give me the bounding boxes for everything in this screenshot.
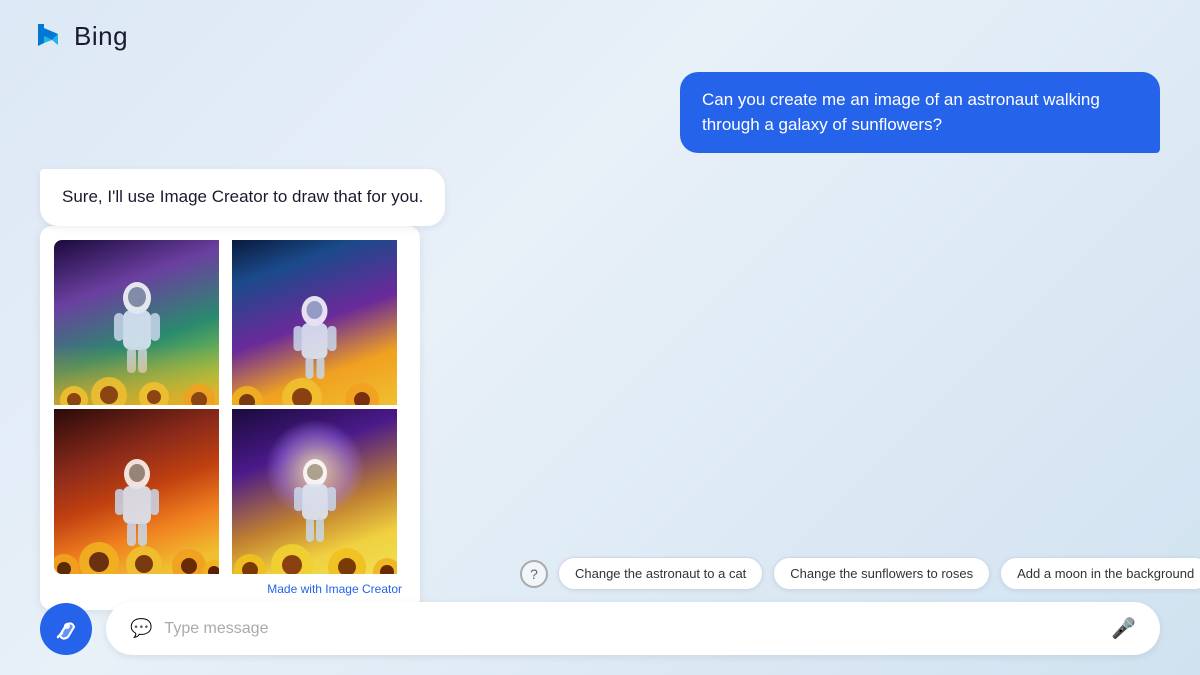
suggestion-chip-1[interactable]: Change the astronaut to a cat [558,557,763,590]
image-grid-container: Made with Image Creator [40,226,420,610]
input-wrapper: 💬 Type message 🎤 [106,602,1160,655]
header: Bing [0,0,1200,72]
image-credit: Made with Image Creator [54,582,406,596]
help-icon[interactable]: ? [520,560,548,588]
suggestion-chip-3[interactable]: Add a moon in the background [1000,557,1200,590]
microphone-icon[interactable]: 🎤 [1111,616,1136,641]
suggestion-chip-2[interactable]: Change the sunflowers to roses [773,557,990,590]
made-with-text: Made with [267,582,325,596]
sunflower-svg-4 [232,516,397,574]
message-input-placeholder[interactable]: Type message [164,620,1099,638]
generated-image-3[interactable] [54,409,219,574]
bing-icon [30,18,66,54]
bing-logo: Bing [30,18,128,54]
generated-image-4[interactable] [232,409,397,574]
chat-bubble-icon: 💬 [130,618,152,639]
user-message: Can you create me an image of an astrona… [680,72,1160,153]
input-bar: 💬 Type message 🎤 [40,602,1160,655]
broom-icon [52,615,80,643]
sunflower-overlay-1 [54,345,219,405]
generated-image-2[interactable] [232,240,397,405]
help-icon-label: ? [530,566,538,582]
generated-image-1[interactable] [54,240,219,405]
image-grid [54,240,406,574]
bot-message: Sure, I'll use Image Creator to draw tha… [40,169,445,226]
suggestions-area: ? Change the astronaut to a cat Change t… [520,557,1160,590]
bing-chat-button[interactable] [40,603,92,655]
bing-logo-text: Bing [74,21,128,52]
sunflower-svg-3 [54,514,219,574]
chat-area: Sure, I'll use Image Creator to draw tha… [0,169,1200,226]
sunflower-svg-1 [54,345,219,405]
sunflower-svg-2 [232,350,397,405]
image-creator-link[interactable]: Image Creator [325,582,402,596]
